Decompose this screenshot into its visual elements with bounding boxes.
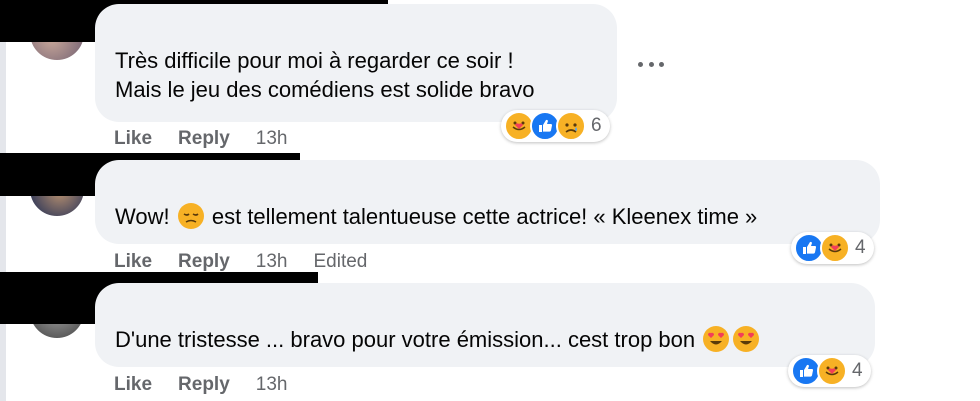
reactions-summary[interactable]: 6	[501, 110, 610, 142]
comment-actions: Like Reply 13h Edited	[114, 251, 367, 273]
comment-text-body: D'une tristesse ... bravo pour votre émi…	[115, 327, 696, 352]
reaction-count: 4	[852, 360, 863, 381]
timestamp[interactable]: 13h	[256, 374, 288, 396]
edited-label: Edited	[313, 251, 368, 272]
comment-bubble: Wow! est tellement talentueuse cette act…	[95, 160, 880, 244]
like-button[interactable]: Like	[114, 128, 152, 150]
reply-button[interactable]: Reply	[178, 374, 230, 396]
like-button[interactable]: Like	[114, 251, 152, 273]
comment-1: Très difficile pour moi à regarder ce so…	[0, 0, 980, 150]
reactions-summary[interactable]: 4	[788, 355, 871, 387]
reaction-count: 4	[855, 237, 866, 258]
reactions-summary[interactable]: 4	[791, 232, 874, 264]
heart-eyes-emoji	[703, 326, 730, 352]
more-options-icon[interactable]	[638, 54, 664, 74]
heart-eyes-emoji	[733, 326, 760, 352]
like-button[interactable]: Like	[114, 374, 152, 396]
comment-text-line: Mais le jeu des comédiens est solide bra…	[115, 77, 535, 102]
comment-actions: Like Reply 13h	[114, 128, 313, 150]
comment-bubble: D'une tristesse ... bravo pour votre émi…	[95, 283, 875, 367]
comment-text: Wow! est tellement talentueuse cette act…	[115, 202, 880, 231]
comment-text-line: Très difficile pour moi à regarder ce so…	[115, 48, 514, 73]
timestamp[interactable]: 13h	[256, 251, 288, 273]
comment-actions: Like Reply 13h	[114, 374, 313, 396]
reaction-count: 6	[591, 115, 602, 136]
care-icon	[820, 233, 850, 263]
comment-text: D'une tristesse ... bravo pour votre émi…	[115, 325, 875, 354]
comment-text-end: est tellement talentueuse cette actrice!…	[211, 204, 758, 229]
reply-button[interactable]: Reply	[178, 128, 230, 150]
reply-button[interactable]: Reply	[178, 251, 230, 273]
care-icon	[817, 356, 847, 386]
timestamp[interactable]: 13h	[256, 128, 288, 150]
comment-bubble: Très difficile pour moi à regarder ce so…	[95, 4, 617, 122]
disappointed-emoji	[177, 203, 204, 229]
comment-text-start: Wow!	[115, 204, 170, 229]
sad-icon	[556, 111, 586, 141]
comment-2: Wow! est tellement talentueuse cette act…	[0, 150, 980, 275]
comment-3: D'une tristesse ... bravo pour votre émi…	[0, 272, 980, 401]
